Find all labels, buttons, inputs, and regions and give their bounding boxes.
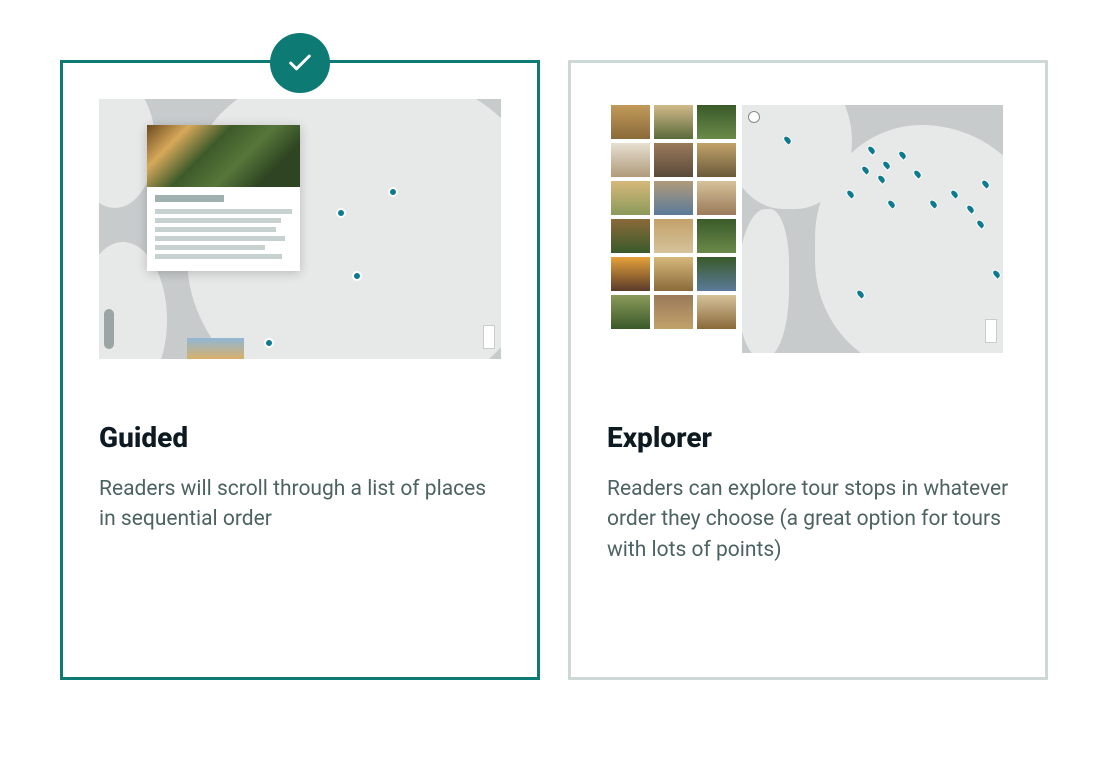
thumbnail	[697, 295, 736, 329]
world-map	[742, 105, 1003, 353]
thumbnail	[697, 181, 736, 215]
thumbnail	[611, 257, 650, 291]
zoom-control-icon	[483, 325, 495, 349]
map-pin-icon	[264, 338, 274, 348]
zoom-control-icon	[985, 319, 997, 343]
thumbnail	[654, 181, 693, 215]
thumbnail	[697, 219, 736, 253]
scroll-control-icon	[104, 309, 114, 349]
thumbnail	[697, 257, 736, 291]
story-photo	[147, 125, 300, 187]
thumbnail	[654, 105, 693, 139]
thumbnail	[654, 257, 693, 291]
thumbnail	[611, 219, 650, 253]
preview-explorer	[607, 99, 1009, 359]
option-description-explorer: Readers can explore tour stops in whatev…	[607, 474, 1009, 565]
option-card-guided[interactable]: Guided Readers will scroll through a lis…	[60, 60, 540, 680]
thumbnail	[697, 143, 736, 177]
thumbnail	[697, 105, 736, 139]
thumbnail	[611, 143, 650, 177]
thumbnail	[654, 295, 693, 329]
layout-options: Guided Readers will scroll through a lis…	[60, 60, 1050, 680]
thumbnail	[654, 219, 693, 253]
thumbnail	[611, 295, 650, 329]
thumbnail-grid	[611, 105, 736, 353]
option-description-guided: Readers will scroll through a list of pl…	[99, 474, 501, 535]
preview-guided	[99, 99, 501, 359]
story-panel	[147, 125, 300, 271]
thumbnail	[611, 105, 650, 139]
next-story-photo	[187, 338, 243, 359]
selected-check-icon	[270, 33, 330, 93]
option-card-explorer[interactable]: Explorer Readers can explore tour stops …	[568, 60, 1048, 680]
thumbnail	[611, 181, 650, 215]
thumbnail	[654, 143, 693, 177]
option-title-explorer: Explorer	[607, 421, 1009, 454]
map-pin-icon	[352, 271, 362, 281]
option-title-guided: Guided	[99, 421, 501, 454]
